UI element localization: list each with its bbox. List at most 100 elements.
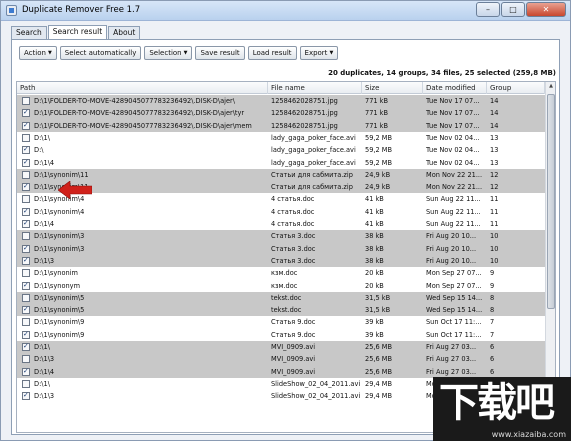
- row-checkbox[interactable]: [22, 281, 30, 290]
- table-row[interactable]: D:\1\4 lady_gaga_poker_face.avi 59,2 MB Tue…: [17, 156, 545, 169]
- save-result-button[interactable]: Save result: [195, 46, 245, 60]
- cell-size: 771 kB: [365, 97, 389, 105]
- title-bar[interactable]: Duplicate Remover Free 1.7 – □ ✕: [1, 1, 570, 21]
- row-checkbox[interactable]: [22, 121, 30, 130]
- table-row[interactable]: D:\1\synonim\3 Статья 3.doc 38 kB Fri Aug 2…: [17, 242, 545, 255]
- column-header-date-modified[interactable]: Date modified: [423, 82, 487, 94]
- table-row[interactable]: D:\1\synonim\44 статья.doc41 kBSun Aug 2…: [17, 205, 545, 218]
- cell-path: D:\1\: [34, 343, 50, 351]
- table-row[interactable]: D:\1\FOLDER-TO-MOVE-4289045077783236492\…: [17, 95, 545, 108]
- table-row[interactable]: D:\1\3 MVI_0909.avi 25,6 MB Fri Aug 27 03..…: [17, 353, 545, 366]
- cell-date-modified: Mon Sep 27 07...: [426, 269, 482, 278]
- row-checkbox[interactable]: [22, 145, 30, 155]
- tab-about[interactable]: About: [108, 26, 141, 39]
- row-checkbox[interactable]: [22, 318, 30, 327]
- row-checkbox[interactable]: [22, 305, 30, 315]
- row-checkbox[interactable]: [22, 293, 30, 302]
- minimize-button[interactable]: –: [476, 2, 500, 17]
- table-row[interactable]: D:\1\synonim\5 tekst.doc 31,5 kB Wed Sep 15…: [17, 304, 545, 317]
- cell-group: 12: [490, 183, 499, 192]
- row-checkbox[interactable]: [22, 158, 30, 167]
- column-header-file-name[interactable]: File name: [268, 82, 362, 94]
- cell-file-name: 1258462028751.jpg: [271, 109, 338, 118]
- table-row[interactable]: D:\1\FOLDER-TO-MOVE-4289045077783236492\…: [17, 107, 545, 120]
- cell-path: D:\1\synonim: [34, 269, 78, 278]
- action-menu-button[interactable]: Action ▼: [19, 46, 57, 60]
- row-checkbox[interactable]: [22, 244, 30, 253]
- table-row[interactable]: D:\1\FOLDER-TO-MOVE-4289045077783236492\…: [17, 119, 545, 132]
- column-header-path[interactable]: Path: [17, 82, 268, 94]
- cell-size: 59,2 MB: [365, 158, 392, 167]
- table-row[interactable]: D:\1\synonym кзм.doc 20 kB Mon Sep 27 07...…: [17, 279, 545, 292]
- row-checkbox[interactable]: [22, 355, 30, 364]
- table-row[interactable]: D:\1\synonim\3 Статья 3.doc 38 kB Fri Aug 2…: [17, 230, 545, 243]
- table-row[interactable]: D:\1\4 4 статья.doc 41 kB Sun Aug 22 11... 1…: [17, 218, 545, 231]
- cell-group: 11: [490, 220, 499, 228]
- row-checkbox[interactable]: [22, 108, 30, 118]
- column-header-size[interactable]: Size: [362, 82, 423, 94]
- maximize-button[interactable]: □: [501, 2, 525, 17]
- column-header-group[interactable]: Group: [487, 82, 545, 94]
- cell-size: 25,6 MB: [365, 367, 392, 376]
- scrollbar-thumb[interactable]: [547, 94, 555, 309]
- cell-group: 13: [490, 133, 499, 142]
- table-row[interactable]: D:\1\synonim\11Статьи для сабмита.zip24,…: [17, 181, 545, 194]
- cell-path: D:\1\synonim\3: [34, 244, 85, 253]
- cell-file-name: 1258462028751.jpg: [271, 121, 338, 130]
- cell-group: 9: [490, 281, 495, 290]
- row-checkbox[interactable]: [22, 195, 30, 204]
- row-checkbox[interactable]: [22, 219, 30, 228]
- cell-file-name: Статьи для сабмита.zip: [271, 183, 353, 192]
- row-checkbox[interactable]: [22, 269, 30, 278]
- row-checkbox[interactable]: [22, 256, 30, 265]
- cell-file-name: lady_gaga_poker_face.avi: [271, 158, 356, 167]
- cell-file-name: кзм.doc: [271, 281, 298, 290]
- table-row[interactable]: D:\1\synonim\5 tekst.doc 31,5 kB Wed Sep 15…: [17, 291, 545, 305]
- export-menu-button[interactable]: Export ▼: [299, 46, 339, 60]
- table-row[interactable]: D:\1\ MVI_0909.avi 25,6 MB Fri Aug 27 03...…: [17, 341, 545, 354]
- cell-date-modified: Wed Sep 15 14...: [426, 306, 483, 315]
- select-automatically-button[interactable]: Select automatically: [59, 46, 142, 60]
- close-button[interactable]: ✕: [526, 2, 566, 17]
- row-checkbox[interactable]: [22, 391, 30, 401]
- cell-path: D:\1\synonim\5: [34, 306, 85, 315]
- table-row[interactable]: D:\ lady_gaga_poker_face.avi 59,2 MB Tue No…: [17, 144, 545, 157]
- search-result-panel: Action ▼ Select automatically Selection ▼ …: [11, 39, 560, 435]
- table-row[interactable]: D:\1\synonim\9 Статья 9.doc 39 kB Sun Oct 1…: [17, 328, 545, 341]
- cell-path: D:\1\: [34, 379, 50, 388]
- row-checkbox[interactable]: [22, 379, 30, 388]
- row-checkbox[interactable]: [22, 170, 30, 179]
- row-checkbox[interactable]: [22, 207, 30, 216]
- row-checkbox[interactable]: [22, 232, 30, 241]
- cell-size: 771 kB: [365, 109, 389, 118]
- cell-path: D:\1\FOLDER-TO-MOVE-4289045077783236492\…: [34, 109, 245, 118]
- selection-menu-button[interactable]: Selection ▼: [144, 46, 193, 60]
- table-row[interactable]: D:\1\synonim\44 статья.doc41 kBSun Aug 2…: [17, 193, 545, 206]
- cell-group: 7: [490, 330, 495, 339]
- tab-search-result[interactable]: Search result: [47, 25, 108, 39]
- table-row[interactable]: D:\1\synonim\11Статьи для сабмита.zip24,…: [17, 168, 545, 182]
- row-checkbox[interactable]: [22, 342, 30, 351]
- cell-path: D:\1\synonim\3: [34, 232, 85, 241]
- cell-date-modified: Tue Nov 02 04...: [426, 133, 480, 142]
- cell-date-modified: Wed Sep 15 14...: [426, 293, 483, 302]
- row-checkbox[interactable]: [22, 97, 30, 105]
- load-result-button[interactable]: Load result: [247, 46, 297, 60]
- table-row[interactable]: D:\1\ lady_gaga_poker_face.avi 59,2 MB Tue …: [17, 131, 545, 145]
- cell-file-name: 4 статья.doc: [271, 195, 315, 204]
- table-row[interactable]: D:\1\synonim\9 Статья 9.doc 39 kB Sun Oct 1…: [17, 316, 545, 329]
- cell-date-modified: Fri Aug 27 03...: [426, 355, 477, 364]
- row-checkbox[interactable]: [22, 182, 30, 192]
- watermark-url: www.xiazaiba.com: [491, 430, 566, 439]
- row-checkbox[interactable]: [22, 367, 30, 376]
- results-summary: 20 duplicates, 14 groups, 34 files, 25 s…: [328, 69, 556, 77]
- row-checkbox[interactable]: [22, 133, 30, 142]
- cell-path: D:\1\synonim\9: [34, 330, 85, 339]
- app-window: Duplicate Remover Free 1.7 – □ ✕ Search …: [0, 0, 571, 441]
- row-checkbox[interactable]: [22, 330, 30, 339]
- tab-search[interactable]: Search: [11, 26, 47, 39]
- cell-file-name: 1258462028751.jpg: [271, 97, 338, 105]
- scroll-up-icon[interactable]: ▲: [547, 82, 555, 91]
- table-row[interactable]: D:\1\3 Статья 3.doc 38 kB Fri Aug 20 10... 1…: [17, 254, 545, 268]
- table-row[interactable]: D:\1\synonim кзм.doc 20 kB Mon Sep 27 07...…: [17, 267, 545, 280]
